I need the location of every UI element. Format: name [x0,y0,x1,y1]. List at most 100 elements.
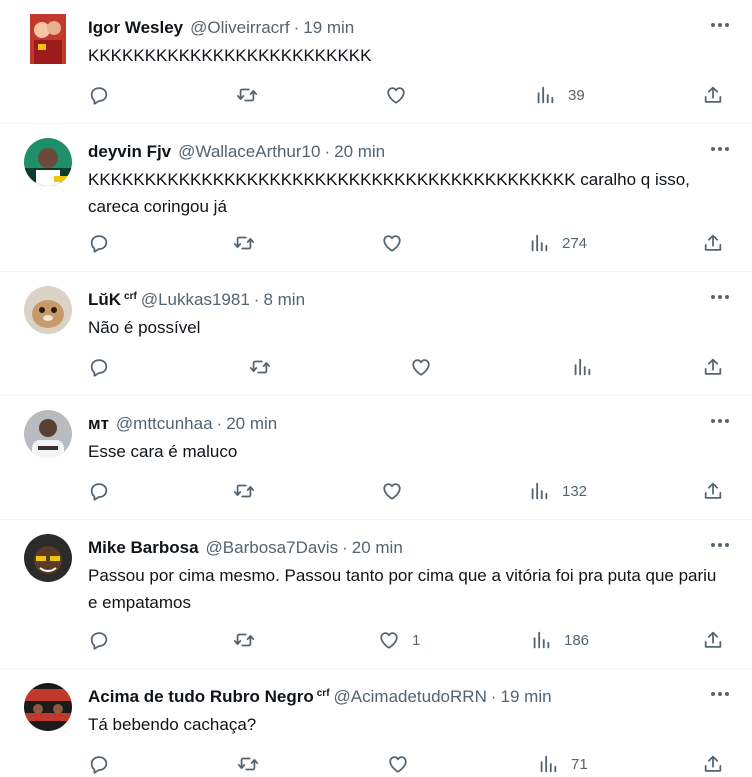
reply-icon [90,359,108,377]
avatar[interactable] [24,534,72,582]
retweet-icon [237,757,259,771]
tweet-header: Acima de tudo Rubro Negro crf @Acimadetudo… [88,683,552,708]
display-name[interactable]: ᴍᴛ [88,414,109,433]
like-icon [380,632,398,649]
like-icon [412,359,430,376]
like-icon [383,235,401,252]
more-icon[interactable] [710,14,730,36]
more-icon[interactable] [710,534,730,556]
share-button[interactable] [702,753,724,775]
user-handle[interactable]: @Barbosa7Davis [206,538,339,557]
retweet-icon [249,360,271,374]
timestamp[interactable]: 20 min [352,538,403,557]
tweet-text: Esse cara é maluco [88,442,238,461]
user-handle[interactable]: @Oliveirracrf [190,18,289,37]
retweet-button[interactable] [233,480,267,502]
share-icon [704,755,722,772]
view-count: 71 [571,755,588,773]
avatar[interactable] [24,683,72,731]
display-name[interactable]: Igor Wesley [88,18,183,37]
reply-button[interactable] [88,480,122,502]
views-button[interactable]: 186 [530,629,589,651]
reply-icon [90,87,108,105]
like-button[interactable] [381,480,415,502]
user-handle[interactable]: @Lukkas1981 [141,290,250,309]
reply-button[interactable] [88,84,122,106]
tweet-text: Não é possível [88,318,201,337]
tweet[interactable]: LŭK crf @Lukkas1981 · 8 min Não é possível [0,272,752,396]
more-icon[interactable] [710,138,730,160]
tweet[interactable]: deyvin Fjv @WallaceArthur10 · 20 min KKKKKK… [0,124,752,272]
views-icon [533,631,550,649]
avatar[interactable] [24,410,72,458]
retweet-button[interactable] [237,753,271,775]
display-name[interactable]: Mike Barbosa [88,538,199,557]
share-icon [704,358,722,375]
reply-button[interactable] [88,629,122,651]
share-button[interactable] [702,84,724,106]
views-button[interactable]: 39 [534,84,585,106]
reply-icon [90,756,108,774]
separator: · [324,142,331,161]
like-button[interactable] [385,84,419,106]
share-icon [704,86,722,103]
views-button[interactable] [571,356,605,378]
share-button[interactable] [702,356,724,378]
display-name[interactable]: deyvin Fjv [88,142,171,161]
tweet[interactable]: Mike Barbosa @Barbosa7Davis · 20 min Passou… [0,520,752,669]
timestamp[interactable]: 20 min [334,142,385,161]
views-button[interactable]: 71 [537,753,588,775]
avatar[interactable] [24,138,72,186]
avatar[interactable] [24,286,72,334]
retweet-button[interactable] [236,84,270,106]
views-icon [540,755,557,773]
retweet-icon [236,88,258,102]
display-name[interactable]: LŭK [88,290,121,309]
user-handle[interactable]: @AcimadetudoRRN [334,687,487,706]
views-icon [537,86,554,104]
share-icon [704,482,722,499]
retweet-button[interactable] [249,356,283,378]
reply-button[interactable] [88,753,122,775]
tweet[interactable]: ᴍᴛ @mttcunhaa · 20 min Esse cara é maluco 1… [0,396,752,520]
like-icon [383,483,401,500]
timestamp[interactable]: 20 min [226,414,277,433]
views-button[interactable]: 274 [528,232,587,254]
timestamp[interactable]: 19 min [303,18,354,37]
display-name[interactable]: Acima de tudo Rubro Negro [88,687,314,706]
like-button[interactable] [410,356,444,378]
retweet-button[interactable] [233,629,267,651]
reply-icon [90,483,108,501]
like-count: 1 [412,631,421,649]
separator: · [490,687,497,706]
like-button[interactable] [381,232,415,254]
views-button[interactable]: 132 [528,480,587,502]
avatar[interactable] [30,14,66,64]
views-icon [531,482,548,500]
name-badge: crf [316,688,330,699]
share-button[interactable] [702,480,724,502]
timestamp[interactable]: 19 min [501,687,552,706]
user-handle[interactable]: @WallaceArthur10 [178,142,320,161]
share-button[interactable] [702,232,724,254]
views-icon [574,358,591,376]
separator: · [342,538,348,557]
more-icon[interactable] [710,410,730,432]
like-button[interactable] [387,753,421,775]
user-handle[interactable]: @mttcunhaa [116,414,213,433]
share-icon [704,234,722,251]
reply-button[interactable] [88,356,122,378]
like-button[interactable]: 1 [378,629,420,651]
more-icon[interactable] [710,286,730,308]
reply-button[interactable] [88,232,122,254]
timestamp[interactable]: 8 min [263,290,305,309]
tweet[interactable]: Igor Wesley @Oliveirracrf · 19 min KKKKKKKK… [0,0,752,124]
more-icon[interactable] [710,683,730,705]
tweet-header: LŭK crf @Lukkas1981 · 8 min [88,286,305,311]
tweet[interactable]: Acima de tudo Rubro Negro crf @Acimadetudo… [0,669,752,777]
tweet-text: Tá bebendo cachaça? [88,715,257,734]
views-icon [531,234,548,252]
separator: · [293,18,300,37]
retweet-button[interactable] [233,232,267,254]
share-button[interactable] [702,629,724,651]
